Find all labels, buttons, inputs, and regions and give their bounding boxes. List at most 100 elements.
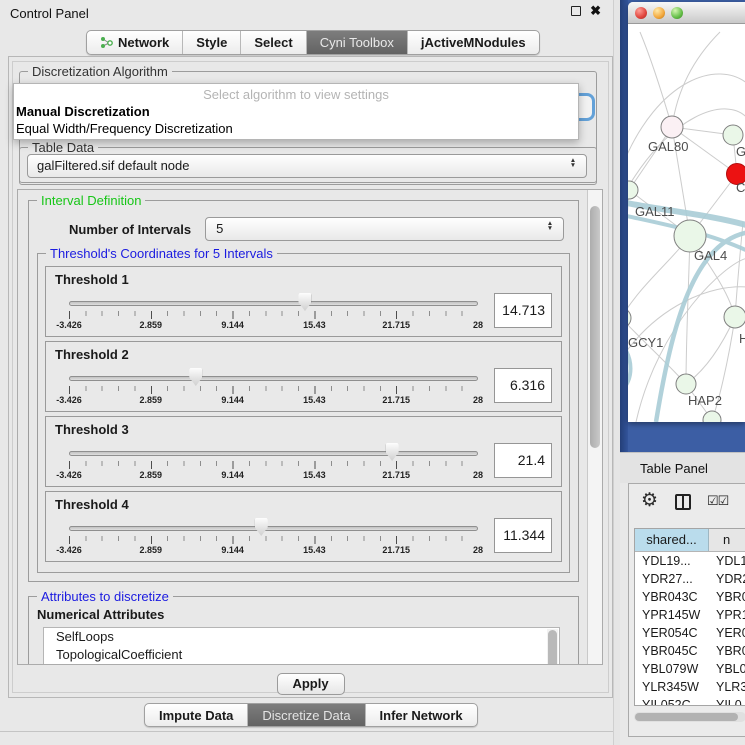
list-item[interactable]: TopologicalCoefficient xyxy=(44,646,559,664)
close-icon[interactable]: ✖ xyxy=(590,5,601,17)
table-row[interactable]: YER054CYER0 xyxy=(635,624,745,642)
cyni-toolbox-panel: Discretization Algorithm Select algorith… xyxy=(8,56,613,698)
slider-handle[interactable] xyxy=(386,443,399,461)
tab-network[interactable]: Network xyxy=(87,31,183,54)
table-row[interactable]: YPR145WYPR1 xyxy=(635,606,745,624)
threshold-4-slider[interactable]: -3.426 2.859 9.144 15.43 21.715 28 xyxy=(69,513,478,559)
discretization-algorithm-label: Discretization Algorithm xyxy=(28,64,172,79)
table-toolbar: ⚙ ☑☑ xyxy=(629,484,745,524)
numerical-attributes-label: Numerical Attributes xyxy=(37,607,572,622)
table-panel-header: Table Panel xyxy=(620,452,745,483)
table-horizontal-scrollbar-thumb[interactable] xyxy=(635,713,738,721)
table-row[interactable]: YIL052CYIL0 xyxy=(635,696,745,706)
slider-handle[interactable] xyxy=(298,293,311,311)
network-window-titlebar[interactable] xyxy=(628,2,745,24)
attributes-group-label: Attributes to discretize xyxy=(37,589,173,604)
node-gal80[interactable] xyxy=(661,116,683,138)
slider-track xyxy=(69,301,478,306)
node-top-right[interactable] xyxy=(723,125,743,145)
network-view-window: GAL80 GA C GAL11 GAL4 GCY1 H HAP2 xyxy=(628,2,745,422)
interval-definition-label: Interval Definition xyxy=(37,193,145,208)
tab-infer-network[interactable]: Infer Network xyxy=(366,704,477,726)
desktop-background: GAL80 GA C GAL11 GAL4 GCY1 H HAP2 xyxy=(620,0,745,452)
list-scrollbar-thumb[interactable] xyxy=(548,630,557,664)
settings-vertical-scrollbar[interactable] xyxy=(587,190,602,664)
node-hap2[interactable] xyxy=(676,374,696,394)
column-header-shared-name[interactable]: shared... xyxy=(635,529,709,551)
node-label-c-partial: C xyxy=(736,180,745,195)
popup-option-equal-width-frequency[interactable]: Equal Width/Frequency Discretization xyxy=(16,121,233,136)
node-label-hap2: HAP2 xyxy=(688,393,722,408)
table-row[interactable]: YDR27...YDR2 xyxy=(635,570,745,588)
network-canvas[interactable]: GAL80 GA C GAL11 GAL4 GCY1 H HAP2 xyxy=(628,24,745,422)
threshold-3-value-field[interactable]: 21.4 xyxy=(494,443,552,478)
slider-ticks xyxy=(69,536,478,544)
algorithm-dropdown-popup: Select algorithm to view settings Manual… xyxy=(13,83,579,140)
threshold-1-slider[interactable]: -3.426 2.859 9.144 15.43 21.715 28 xyxy=(69,288,478,334)
cyni-bottom-tabs: Impute Data Discretize Data Infer Networ… xyxy=(144,703,478,727)
control-panel-tabs: Network Style Select Cyni Toolbox jActiv… xyxy=(86,30,540,55)
float-window-icon[interactable] xyxy=(571,6,581,16)
slider-handle[interactable] xyxy=(189,368,202,386)
slider-handle[interactable] xyxy=(255,518,268,536)
number-of-intervals-label: Number of Intervals xyxy=(69,222,191,237)
columns-icon[interactable] xyxy=(675,494,691,510)
panel-splitter[interactable] xyxy=(613,0,620,745)
number-of-intervals-combobox[interactable]: 5 ▲▼ xyxy=(205,217,564,241)
tab-cyni-toolbox[interactable]: Cyni Toolbox xyxy=(307,31,408,54)
table-row[interactable]: YLR345WYLR3 xyxy=(635,678,745,696)
tab-jactivemnodules[interactable]: jActiveMNodules xyxy=(408,31,539,54)
close-traffic-light-icon[interactable] xyxy=(635,7,647,19)
zoom-traffic-light-icon[interactable] xyxy=(671,7,683,19)
slider-ticks xyxy=(69,461,478,469)
tab-discretize-data[interactable]: Discretize Data xyxy=(248,704,365,726)
node-label-ga-partial: GA xyxy=(736,144,745,159)
node-gcy1[interactable] xyxy=(628,308,631,328)
minimize-traffic-light-icon[interactable] xyxy=(653,7,665,19)
table-row[interactable]: YBR045CYBR0 xyxy=(635,642,745,660)
threshold-2-value-field[interactable]: 6.316 xyxy=(494,368,552,403)
table-row[interactable]: YDL19...YDL1 xyxy=(635,552,745,570)
node-label-gal4: GAL4 xyxy=(694,248,727,263)
list-item[interactable]: SelfLoops xyxy=(44,628,559,646)
tab-select[interactable]: Select xyxy=(241,31,306,54)
slider-tick-labels: -3.426 2.859 9.144 15.43 21.715 28 xyxy=(69,395,478,407)
settings-scrollbar-thumb[interactable] xyxy=(590,206,600,448)
network-icon xyxy=(100,36,113,49)
slider-ticks xyxy=(69,311,478,319)
popup-option-manual-discretization[interactable]: Manual Discretization xyxy=(16,104,150,119)
list-scrollbar[interactable] xyxy=(547,629,558,664)
combo-stepper-icon: ▲▼ xyxy=(545,222,555,231)
slider-track xyxy=(69,526,478,531)
table-horizontal-scrollbar[interactable] xyxy=(634,712,745,722)
control-panel-window: Control Panel ✖ Network Style Select Cyn… xyxy=(0,0,613,745)
threshold-1-value-field[interactable]: 14.713 xyxy=(494,293,552,328)
threshold-4-value-field[interactable]: 11.344 xyxy=(494,518,552,553)
table-header-row: shared... n xyxy=(635,529,745,552)
window-bottom-edge xyxy=(0,731,613,732)
node-h[interactable] xyxy=(724,306,745,328)
column-header-name[interactable]: n xyxy=(709,529,745,551)
right-area: GAL80 GA C GAL11 GAL4 GCY1 H HAP2 Table … xyxy=(620,0,745,745)
table-data-combobox[interactable]: galFiltered.sif default node ▲▼ xyxy=(27,154,587,178)
table-panel-title: Table Panel xyxy=(640,461,708,476)
select-checkboxes-icon[interactable]: ☑☑ xyxy=(707,493,728,509)
threshold-3-slider[interactable]: -3.426 2.859 9.144 15.43 21.715 28 xyxy=(69,438,478,484)
node-bottom[interactable] xyxy=(703,411,721,422)
threshold-2-slider[interactable]: -3.426 2.859 9.144 15.43 21.715 28 xyxy=(69,363,478,409)
slider-track xyxy=(69,376,478,381)
network-graph: GAL80 GA C GAL11 GAL4 GCY1 H HAP2 xyxy=(628,24,745,422)
tab-impute-data[interactable]: Impute Data xyxy=(145,704,248,726)
combo-stepper-icon: ▲▼ xyxy=(568,159,578,168)
table-data-label: Table Data xyxy=(28,140,98,155)
table-row[interactable]: YBR043CYBR0 xyxy=(635,588,745,606)
tab-style[interactable]: Style xyxy=(183,31,241,54)
node-gal11[interactable] xyxy=(628,181,638,199)
apply-button[interactable]: Apply xyxy=(277,673,345,695)
node-label-gcy1: GCY1 xyxy=(628,335,663,350)
gear-icon[interactable]: ⚙ xyxy=(641,489,658,512)
slider-tick-labels: -3.426 2.859 9.144 15.43 21.715 28 xyxy=(69,470,478,482)
node-label-h-partial: H xyxy=(739,331,745,346)
table-row[interactable]: YBL079WYBL0 xyxy=(635,660,745,678)
table-data-group: Table Data galFiltered.sif default node … xyxy=(19,147,597,185)
